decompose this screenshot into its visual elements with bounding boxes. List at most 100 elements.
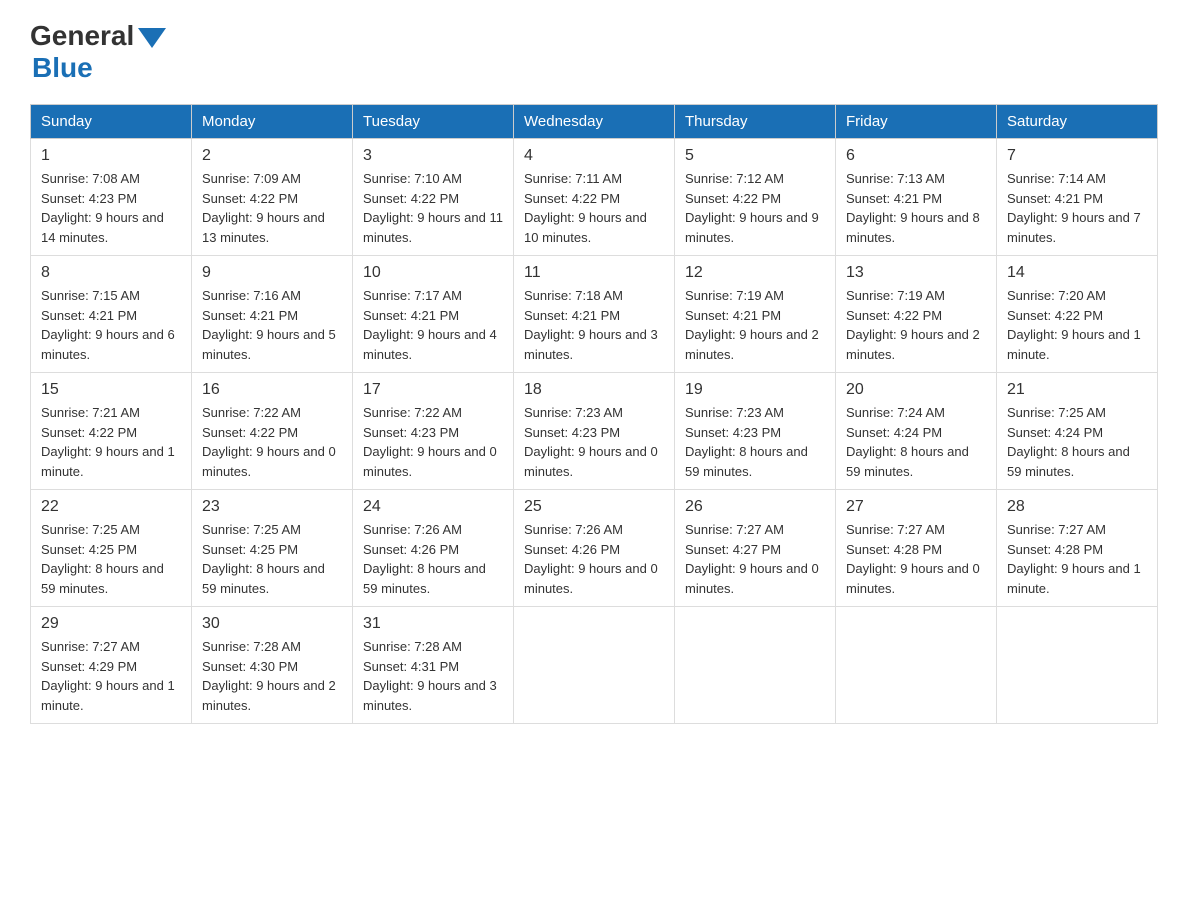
day-number: 5 xyxy=(685,147,825,165)
calendar-cell xyxy=(836,607,997,724)
calendar-cell: 8 Sunrise: 7:15 AMSunset: 4:21 PMDayligh… xyxy=(31,256,192,373)
day-info: Sunrise: 7:12 AMSunset: 4:22 PMDaylight:… xyxy=(685,169,825,247)
day-info: Sunrise: 7:27 AMSunset: 4:29 PMDaylight:… xyxy=(41,637,181,715)
calendar-body: 1 Sunrise: 7:08 AMSunset: 4:23 PMDayligh… xyxy=(31,139,1158,724)
day-number: 7 xyxy=(1007,147,1147,165)
calendar-cell: 9 Sunrise: 7:16 AMSunset: 4:21 PMDayligh… xyxy=(192,256,353,373)
day-info: Sunrise: 7:10 AMSunset: 4:22 PMDaylight:… xyxy=(363,169,503,247)
day-info: Sunrise: 7:28 AMSunset: 4:30 PMDaylight:… xyxy=(202,637,342,715)
calendar-cell: 3 Sunrise: 7:10 AMSunset: 4:22 PMDayligh… xyxy=(353,139,514,256)
day-number: 24 xyxy=(363,498,503,516)
day-number: 25 xyxy=(524,498,664,516)
calendar-cell: 10 Sunrise: 7:17 AMSunset: 4:21 PMDaylig… xyxy=(353,256,514,373)
calendar-cell: 16 Sunrise: 7:22 AMSunset: 4:22 PMDaylig… xyxy=(192,373,353,490)
day-number: 1 xyxy=(41,147,181,165)
day-info: Sunrise: 7:14 AMSunset: 4:21 PMDaylight:… xyxy=(1007,169,1147,247)
calendar-week-4: 22 Sunrise: 7:25 AMSunset: 4:25 PMDaylig… xyxy=(31,490,1158,607)
day-info: Sunrise: 7:18 AMSunset: 4:21 PMDaylight:… xyxy=(524,286,664,364)
day-info: Sunrise: 7:22 AMSunset: 4:23 PMDaylight:… xyxy=(363,403,503,481)
day-info: Sunrise: 7:24 AMSunset: 4:24 PMDaylight:… xyxy=(846,403,986,481)
day-number: 14 xyxy=(1007,264,1147,282)
logo-blue-text: Blue xyxy=(32,52,93,84)
day-number: 21 xyxy=(1007,381,1147,399)
day-number: 23 xyxy=(202,498,342,516)
day-info: Sunrise: 7:27 AMSunset: 4:28 PMDaylight:… xyxy=(846,520,986,598)
calendar-cell: 23 Sunrise: 7:25 AMSunset: 4:25 PMDaylig… xyxy=(192,490,353,607)
calendar-cell: 13 Sunrise: 7:19 AMSunset: 4:22 PMDaylig… xyxy=(836,256,997,373)
calendar-cell: 11 Sunrise: 7:18 AMSunset: 4:21 PMDaylig… xyxy=(514,256,675,373)
day-number: 17 xyxy=(363,381,503,399)
day-info: Sunrise: 7:25 AMSunset: 4:25 PMDaylight:… xyxy=(202,520,342,598)
day-number: 20 xyxy=(846,381,986,399)
calendar-week-5: 29 Sunrise: 7:27 AMSunset: 4:29 PMDaylig… xyxy=(31,607,1158,724)
header-day-wednesday: Wednesday xyxy=(514,105,675,139)
calendar-cell: 22 Sunrise: 7:25 AMSunset: 4:25 PMDaylig… xyxy=(31,490,192,607)
logo-general-text: General xyxy=(30,20,134,52)
day-number: 12 xyxy=(685,264,825,282)
calendar-cell: 15 Sunrise: 7:21 AMSunset: 4:22 PMDaylig… xyxy=(31,373,192,490)
header-day-monday: Monday xyxy=(192,105,353,139)
header-day-saturday: Saturday xyxy=(997,105,1158,139)
day-number: 18 xyxy=(524,381,664,399)
day-number: 11 xyxy=(524,264,664,282)
calendar-cell xyxy=(997,607,1158,724)
day-info: Sunrise: 7:17 AMSunset: 4:21 PMDaylight:… xyxy=(363,286,503,364)
day-number: 27 xyxy=(846,498,986,516)
header-day-tuesday: Tuesday xyxy=(353,105,514,139)
day-number: 26 xyxy=(685,498,825,516)
day-info: Sunrise: 7:16 AMSunset: 4:21 PMDaylight:… xyxy=(202,286,342,364)
day-info: Sunrise: 7:15 AMSunset: 4:21 PMDaylight:… xyxy=(41,286,181,364)
calendar-header: SundayMondayTuesdayWednesdayThursdayFrid… xyxy=(31,105,1158,139)
day-info: Sunrise: 7:08 AMSunset: 4:23 PMDaylight:… xyxy=(41,169,181,247)
day-number: 4 xyxy=(524,147,664,165)
calendar-cell: 18 Sunrise: 7:23 AMSunset: 4:23 PMDaylig… xyxy=(514,373,675,490)
day-info: Sunrise: 7:28 AMSunset: 4:31 PMDaylight:… xyxy=(363,637,503,715)
header: General Blue xyxy=(30,20,1158,84)
calendar-cell: 20 Sunrise: 7:24 AMSunset: 4:24 PMDaylig… xyxy=(836,373,997,490)
calendar-cell xyxy=(675,607,836,724)
calendar-cell: 12 Sunrise: 7:19 AMSunset: 4:21 PMDaylig… xyxy=(675,256,836,373)
calendar-cell: 17 Sunrise: 7:22 AMSunset: 4:23 PMDaylig… xyxy=(353,373,514,490)
calendar-cell: 30 Sunrise: 7:28 AMSunset: 4:30 PMDaylig… xyxy=(192,607,353,724)
calendar-cell: 26 Sunrise: 7:27 AMSunset: 4:27 PMDaylig… xyxy=(675,490,836,607)
day-number: 9 xyxy=(202,264,342,282)
calendar-cell: 19 Sunrise: 7:23 AMSunset: 4:23 PMDaylig… xyxy=(675,373,836,490)
calendar-cell: 7 Sunrise: 7:14 AMSunset: 4:21 PMDayligh… xyxy=(997,139,1158,256)
calendar-week-1: 1 Sunrise: 7:08 AMSunset: 4:23 PMDayligh… xyxy=(31,139,1158,256)
day-info: Sunrise: 7:19 AMSunset: 4:22 PMDaylight:… xyxy=(846,286,986,364)
calendar-cell: 2 Sunrise: 7:09 AMSunset: 4:22 PMDayligh… xyxy=(192,139,353,256)
calendar-cell: 24 Sunrise: 7:26 AMSunset: 4:26 PMDaylig… xyxy=(353,490,514,607)
day-info: Sunrise: 7:26 AMSunset: 4:26 PMDaylight:… xyxy=(524,520,664,598)
day-info: Sunrise: 7:23 AMSunset: 4:23 PMDaylight:… xyxy=(685,403,825,481)
calendar-cell: 27 Sunrise: 7:27 AMSunset: 4:28 PMDaylig… xyxy=(836,490,997,607)
day-number: 31 xyxy=(363,615,503,633)
day-number: 29 xyxy=(41,615,181,633)
header-row: SundayMondayTuesdayWednesdayThursdayFrid… xyxy=(31,105,1158,139)
day-number: 13 xyxy=(846,264,986,282)
day-number: 3 xyxy=(363,147,503,165)
day-number: 15 xyxy=(41,381,181,399)
day-info: Sunrise: 7:23 AMSunset: 4:23 PMDaylight:… xyxy=(524,403,664,481)
calendar-cell: 14 Sunrise: 7:20 AMSunset: 4:22 PMDaylig… xyxy=(997,256,1158,373)
calendar-week-3: 15 Sunrise: 7:21 AMSunset: 4:22 PMDaylig… xyxy=(31,373,1158,490)
day-number: 8 xyxy=(41,264,181,282)
day-info: Sunrise: 7:11 AMSunset: 4:22 PMDaylight:… xyxy=(524,169,664,247)
day-number: 28 xyxy=(1007,498,1147,516)
day-info: Sunrise: 7:13 AMSunset: 4:21 PMDaylight:… xyxy=(846,169,986,247)
day-number: 19 xyxy=(685,381,825,399)
day-info: Sunrise: 7:25 AMSunset: 4:24 PMDaylight:… xyxy=(1007,403,1147,481)
day-info: Sunrise: 7:20 AMSunset: 4:22 PMDaylight:… xyxy=(1007,286,1147,364)
header-day-friday: Friday xyxy=(836,105,997,139)
calendar-cell xyxy=(514,607,675,724)
day-info: Sunrise: 7:19 AMSunset: 4:21 PMDaylight:… xyxy=(685,286,825,364)
day-number: 22 xyxy=(41,498,181,516)
day-info: Sunrise: 7:25 AMSunset: 4:25 PMDaylight:… xyxy=(41,520,181,598)
calendar-cell: 6 Sunrise: 7:13 AMSunset: 4:21 PMDayligh… xyxy=(836,139,997,256)
calendar-cell: 31 Sunrise: 7:28 AMSunset: 4:31 PMDaylig… xyxy=(353,607,514,724)
day-number: 2 xyxy=(202,147,342,165)
calendar-cell: 5 Sunrise: 7:12 AMSunset: 4:22 PMDayligh… xyxy=(675,139,836,256)
calendar-cell: 25 Sunrise: 7:26 AMSunset: 4:26 PMDaylig… xyxy=(514,490,675,607)
day-number: 16 xyxy=(202,381,342,399)
calendar-cell: 29 Sunrise: 7:27 AMSunset: 4:29 PMDaylig… xyxy=(31,607,192,724)
logo-triangle-icon xyxy=(138,28,166,48)
